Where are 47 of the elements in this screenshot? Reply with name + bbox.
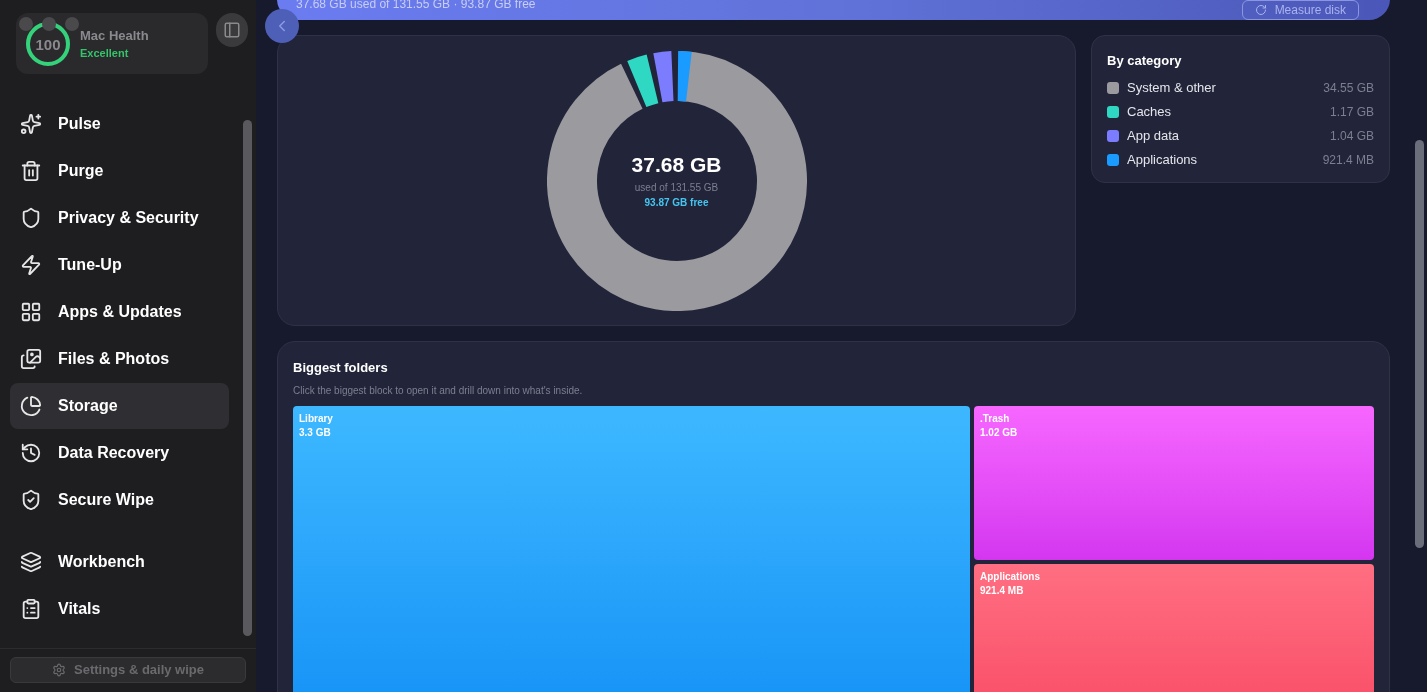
grid-icon (20, 301, 42, 323)
photos-icon (20, 348, 42, 370)
sidebar-item[interactable]: Secure Wipe (10, 477, 229, 523)
scrollbar[interactable] (243, 120, 252, 636)
pie-chart-icon (20, 395, 42, 417)
trash-icon (20, 160, 42, 182)
health-status: Excellent (80, 46, 130, 61)
health-score: 100 (35, 36, 61, 51)
health-title: Mac Health (80, 26, 149, 45)
sidebar-item[interactable]: Purge (10, 148, 229, 194)
sidebar-item[interactable]: Data Recovery (10, 430, 229, 476)
sidebar-item[interactable]: Workbench (10, 539, 229, 585)
category-name: System & other (1127, 79, 1216, 98)
category-size: 34.55 GB (1323, 80, 1374, 97)
history-icon (20, 442, 42, 464)
sidebar-item[interactable]: Pulse (10, 101, 229, 147)
sidebar-item[interactable]: Files & Photos (10, 336, 229, 382)
category-size: 921.4 MB (1322, 152, 1374, 169)
category-name: Caches (1127, 103, 1172, 122)
free-space: 93.87 GB free (644, 195, 709, 210)
folders-title: Biggest folders (293, 359, 389, 377)
category-name: App data (1127, 127, 1180, 146)
lock-shield-icon (20, 489, 42, 511)
refresh-icon (1254, 4, 1267, 16)
bolt-icon (20, 254, 42, 276)
sparkles-icon (20, 113, 42, 135)
sidebar-item[interactable]: Tune-Up (10, 242, 229, 288)
category-name: Applications (1127, 151, 1198, 170)
category-size: 1.04 GB (1329, 128, 1374, 145)
sidebar-icon (223, 21, 242, 39)
total-capacity: used of 131.55 GB (634, 180, 719, 195)
sidebar-item[interactable]: Storage (10, 383, 229, 429)
used-amount: 37.68 GB (631, 151, 722, 178)
folders-hint: Click the biggest block to open it and drill down into what's inside. (293, 383, 584, 398)
sidebar-toggle-button[interactable] (216, 13, 248, 47)
category-size: 1.17 GB (1329, 104, 1374, 121)
clipboard-icon (20, 598, 42, 620)
gear-icon (52, 663, 66, 677)
scrollbar[interactable] (1415, 140, 1424, 548)
shield-icon (20, 207, 42, 229)
layers-icon (20, 551, 42, 573)
sidebar-item[interactable]: Privacy & Security (10, 195, 229, 241)
usage-summary: 37.68 GB used of 131.55 GB · 93.87 GB free (296, 0, 536, 12)
back-button[interactable] (265, 9, 299, 43)
category-title: By category (1107, 52, 1183, 70)
sidebar-item[interactable]: Apps & Updates (10, 289, 229, 335)
sidebar-item[interactable]: Vitals (10, 586, 229, 632)
